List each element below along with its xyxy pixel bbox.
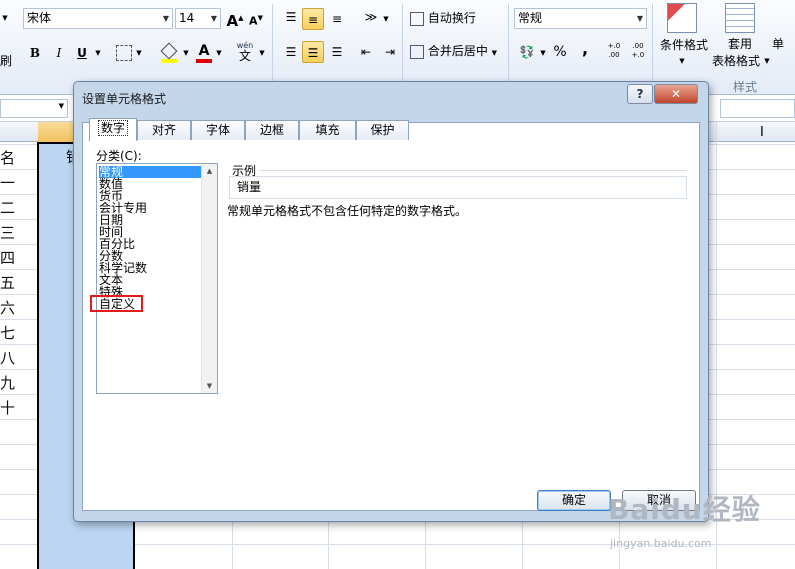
row-label: 名	[0, 149, 16, 167]
tab-border[interactable]: 边框	[245, 120, 299, 140]
increase-decimal-button[interactable]: +.0 .00	[603, 40, 625, 62]
increase-indent-icon[interactable]: ⇥	[380, 41, 400, 63]
align-left-icon[interactable]: ☰	[280, 41, 302, 63]
tab-protection[interactable]: 保护	[356, 120, 409, 140]
watermark: Baidu经验 jingyan.baidu.com	[608, 488, 793, 568]
format-painter-button[interactable]: 刷	[0, 50, 12, 72]
orientation-icon[interactable]: ≫	[360, 6, 382, 28]
wrap-text-icon	[410, 11, 424, 26]
align-bottom-icon[interactable]: ≡	[326, 8, 348, 30]
close-button[interactable]: ✕	[654, 84, 698, 104]
text-cursor-icon: I	[760, 125, 764, 140]
font-size-value: 14	[179, 11, 195, 25]
cell-styles-button[interactable]: 单元	[772, 33, 795, 55]
font-name-combo[interactable]: 宋体 ▼	[23, 8, 173, 29]
row-label: 四	[0, 249, 16, 267]
phonetic-button[interactable]: wén 文	[234, 40, 256, 62]
watermark-url: jingyan.baidu.com	[610, 537, 712, 550]
scroll-up-icon[interactable]: ▲	[202, 164, 217, 178]
formula-input[interactable]	[720, 99, 795, 118]
chevron-down-icon[interactable]: ▼	[181, 42, 191, 64]
chevron-down-icon[interactable]: ▼	[0, 7, 10, 29]
row-label: 八	[0, 349, 16, 367]
align-right-icon[interactable]: ☰	[326, 41, 348, 63]
watermark-logo: Baidu经验	[608, 493, 761, 526]
format-cells-dialog: 设置单元格格式 ? ✕ 数字 对齐 字体 边框 填充 保护 分类(C): 常规 …	[73, 81, 709, 522]
category-scrollbar[interactable]: ▲ ▼	[201, 164, 217, 393]
align-center-icon[interactable]: ☰	[302, 41, 324, 63]
paint-bucket-icon	[160, 42, 178, 60]
row-label: 一	[0, 174, 16, 192]
chevron-down-icon: ▼	[636, 14, 643, 23]
scroll-down-icon[interactable]: ▼	[202, 379, 217, 393]
tab-font[interactable]: 字体	[191, 120, 245, 140]
table-format-icon[interactable]	[725, 3, 755, 33]
percent-button[interactable]: %	[551, 41, 569, 63]
dialog-title: 设置单元格格式	[82, 92, 167, 106]
row-label: 六	[0, 299, 16, 317]
underline-button[interactable]: U	[73, 42, 91, 64]
sample-preview: 销量	[229, 176, 687, 199]
border-icon[interactable]	[116, 45, 132, 61]
chevron-down-icon[interactable]: ▼	[538, 42, 548, 64]
chevron-down-icon[interactable]: ▼	[214, 42, 224, 64]
close-icon: ✕	[670, 87, 682, 101]
chevron-down-icon: ▼	[58, 102, 64, 110]
tab-alignment[interactable]: 对齐	[137, 120, 191, 140]
styles-group-label: 样式	[733, 80, 758, 94]
chevron-down-icon[interactable]: ▼	[762, 50, 772, 72]
sample-divider	[260, 170, 687, 171]
grow-font-button[interactable]: A▲	[226, 7, 244, 30]
conditional-format-icon[interactable]	[667, 3, 697, 33]
number-format-combo[interactable]: 常规 ▼	[514, 8, 647, 29]
comma-button[interactable]: ,	[578, 38, 592, 60]
merge-center-button[interactable]: 合并后居中 ▼	[410, 40, 505, 62]
currency-icon[interactable]: 💱	[516, 41, 538, 63]
decrease-indent-icon[interactable]: ⇤	[356, 41, 376, 63]
align-middle-icon[interactable]: ≡	[302, 8, 324, 30]
chevron-down-icon: ▼	[210, 14, 217, 23]
chevron-down-icon[interactable]: ▼	[381, 8, 391, 30]
chevron-down-icon: ▼	[162, 14, 169, 23]
custom-highlight-box	[90, 295, 143, 312]
wrap-text-button[interactable]: 自动换行	[410, 7, 485, 29]
tab-number[interactable]: 数字	[89, 118, 137, 141]
format-description: 常规单元格格式不包含任何特定的数字格式。	[227, 204, 468, 218]
chevron-down-icon[interactable]: ▼	[134, 42, 144, 64]
chevron-down-icon[interactable]: ▼	[257, 42, 267, 64]
category-label: 分类(C):	[96, 149, 142, 163]
shrink-font-button[interactable]: A▼	[248, 7, 264, 29]
fill-color-button[interactable]	[160, 42, 178, 64]
tab-fill[interactable]: 填充	[299, 120, 356, 140]
font-color-button[interactable]: A	[195, 40, 213, 63]
row-label: 七	[0, 324, 16, 342]
help-button[interactable]: ?	[627, 84, 653, 104]
font-size-combo[interactable]: 14 ▼	[175, 8, 221, 29]
decrease-decimal-button[interactable]: .00 +.0	[627, 40, 649, 62]
merge-cells-icon	[410, 44, 424, 59]
italic-button[interactable]: I	[50, 42, 68, 64]
ok-button[interactable]: 确定	[537, 490, 611, 511]
row-label: 十	[0, 399, 16, 417]
chevron-down-icon[interactable]: ▼	[93, 42, 103, 64]
row-label: 九	[0, 374, 16, 392]
name-box[interactable]: ▼	[0, 99, 68, 118]
row-label: 二	[0, 199, 16, 217]
row-label: 三	[0, 224, 16, 242]
row-label: 五	[0, 274, 16, 292]
chevron-down-icon: ▼	[491, 49, 498, 57]
chevron-down-icon[interactable]: ▼	[676, 50, 688, 72]
table-format-line2[interactable]: 表格格式	[710, 50, 762, 72]
align-top-icon[interactable]: ☰	[280, 6, 302, 28]
category-list[interactable]: 常规 数值 货币 会计专用 日期 时间 百分比 分数 科学记数 文本 特殊 自定…	[96, 163, 218, 394]
font-name-value: 宋体	[27, 11, 52, 25]
bold-button[interactable]: B	[26, 42, 44, 64]
